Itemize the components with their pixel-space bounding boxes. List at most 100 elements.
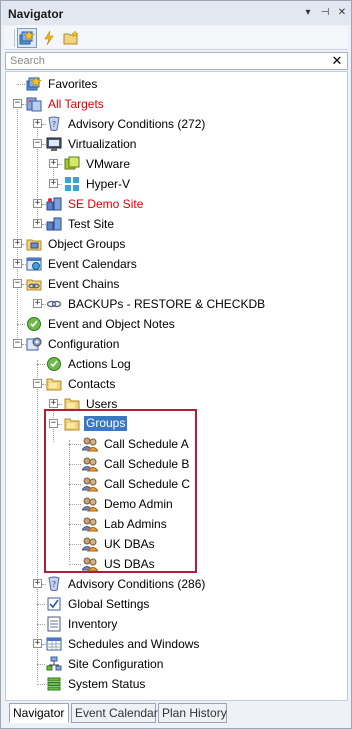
search-box: ✕ — [5, 52, 348, 70]
expand-icon[interactable]: + — [13, 259, 22, 268]
tree-line — [37, 664, 45, 665]
tree-item-label: Virtualization — [68, 137, 137, 151]
tree-item-favorites[interactable]: Favorites — [6, 74, 346, 94]
tree-item-global-settings[interactable]: Global Settings — [6, 594, 346, 614]
svg-text:?: ? — [52, 120, 56, 129]
tree-item-se-demo-site[interactable]: + SE Demo Site — [6, 194, 346, 214]
expand-icon[interactable]: + — [33, 299, 42, 308]
favorites-icon — [26, 76, 42, 91]
expand-icon[interactable]: + — [49, 399, 58, 408]
tree-view-button[interactable] — [17, 28, 37, 48]
tree-item-label: SE Demo Site — [68, 197, 144, 211]
site-config-icon — [46, 656, 62, 671]
tree-item-label: Configuration — [48, 337, 120, 351]
tree-item-hyperv[interactable]: + Hyper-V — [6, 174, 346, 194]
event-chains-icon — [26, 279, 42, 291]
bottom-tabs: Navigator Event Calendar Plan History — [5, 703, 348, 725]
expand-icon[interactable]: + — [49, 159, 58, 168]
collapse-icon[interactable]: − — [33, 139, 42, 148]
tree-item-configuration[interactable]: − Configuration — [6, 334, 346, 354]
tree-item-actions-log[interactable]: Actions Log — [6, 354, 346, 374]
collapse-icon[interactable]: − — [33, 379, 42, 388]
tree-item-all-targets[interactable]: − All Targets — [6, 94, 346, 114]
tree-item-label: Advisory Conditions (286) — [68, 577, 206, 591]
tree-item-contacts[interactable]: − Contacts — [6, 374, 346, 394]
tree-line — [58, 404, 62, 405]
tree-item-site-configuration[interactable]: Site Configuration — [6, 654, 346, 674]
tree-item-object-groups[interactable]: + Object Groups — [6, 234, 346, 254]
clear-search-icon[interactable]: ✕ — [330, 53, 344, 69]
collapse-icon[interactable]: − — [13, 339, 22, 348]
expand-icon[interactable]: + — [33, 199, 42, 208]
navigator-window: Navigator ▾ ⊣ ✕ ✕ — [0, 0, 352, 729]
calendar-icon — [26, 257, 42, 271]
tree-line — [37, 364, 45, 365]
pin-icon[interactable]: ⊣ — [318, 6, 332, 20]
tree-item-vmware[interactable]: + VMware — [6, 154, 346, 174]
tree-item-event-notes[interactable]: Event and Object Notes — [6, 314, 346, 334]
tree-line — [58, 184, 62, 185]
actions-log-icon — [47, 357, 61, 371]
system-status-icon — [47, 677, 61, 691]
lightning-icon — [44, 30, 54, 46]
toolbar — [5, 26, 348, 50]
svg-text:?: ? — [52, 580, 56, 589]
tree-item-advisory-conditions-config[interactable]: + ? Advisory Conditions (286) — [6, 574, 346, 594]
titlebar: Navigator ▾ ⊣ ✕ — [1, 1, 351, 25]
expand-icon[interactable]: + — [33, 579, 42, 588]
tree-item-label: Actions Log — [68, 357, 131, 371]
tree-item-label: All Targets — [48, 97, 104, 111]
collapse-icon[interactable]: − — [13, 279, 22, 288]
tree-line — [17, 84, 25, 85]
tab-event-calendar[interactable]: Event Calendar — [71, 703, 158, 723]
expand-icon[interactable]: + — [49, 179, 58, 188]
close-icon[interactable]: ✕ — [335, 6, 349, 20]
tab-plan-history[interactable]: Plan History — [158, 703, 227, 723]
collapse-icon[interactable]: − — [13, 99, 22, 108]
virtualization-icon — [46, 137, 62, 151]
checklist-icon — [47, 597, 61, 611]
tree-line — [37, 624, 45, 625]
tree-item-event-chains[interactable]: − Event Chains — [6, 274, 346, 294]
tree-line — [17, 324, 25, 325]
tree-item-test-site[interactable]: + Test Site — [6, 214, 346, 234]
advisory-icon: ? — [48, 576, 60, 591]
tree-item-label: Event Chains — [48, 277, 120, 291]
highlight-box — [44, 409, 197, 573]
tree-item-system-status[interactable]: System Status — [6, 674, 346, 694]
tree-item-label: Object Groups — [48, 237, 126, 251]
notes-icon — [27, 317, 41, 331]
tree-item-label: System Status — [68, 677, 146, 691]
expand-icon[interactable]: + — [13, 239, 22, 248]
tree-item-label: Advisory Conditions (272) — [68, 117, 206, 131]
object-groups-icon — [26, 239, 42, 251]
search-input[interactable] — [6, 53, 326, 69]
tree-item-event-calendars[interactable]: + Event Calendars — [6, 254, 346, 274]
tree-item-label: Schedules and Windows — [68, 637, 200, 651]
folder-star-button[interactable] — [61, 28, 81, 48]
schedule-icon — [46, 637, 62, 651]
tree-item-label: Inventory — [68, 617, 118, 631]
tree-item-backups[interactable]: + BACKUPs - RESTORE & CHECKDB — [6, 294, 346, 314]
vmware-icon — [64, 156, 80, 170]
tree-item-schedules-windows[interactable]: + Schedules and Windows — [6, 634, 346, 654]
tree-item-inventory[interactable]: Inventory — [6, 614, 346, 634]
tree-item-label: Hyper-V — [86, 177, 131, 191]
tree-item-label: Global Settings — [68, 597, 150, 611]
tab-navigator[interactable]: Navigator — [9, 703, 69, 723]
tree-item-virtualization[interactable]: − Virtualization — [6, 134, 346, 154]
tree-item-advisory-conditions[interactable]: + ? Advisory Conditions (272) — [6, 114, 346, 134]
events-button[interactable] — [39, 28, 59, 48]
tree-item-label: Favorites — [48, 77, 98, 91]
tree-item-label: Site Configuration — [68, 657, 164, 671]
hyperv-icon — [65, 177, 79, 191]
window-title: Navigator — [8, 7, 64, 21]
tree-view-icon — [19, 30, 35, 45]
expand-icon[interactable]: + — [33, 119, 42, 128]
advisory-icon: ? — [48, 116, 60, 131]
expand-icon[interactable]: + — [33, 219, 42, 228]
expand-icon[interactable]: + — [33, 639, 42, 648]
chain-icon — [46, 300, 62, 308]
dropdown-icon[interactable]: ▾ — [301, 6, 315, 20]
tree-item-label: Event and Object Notes — [48, 317, 175, 331]
